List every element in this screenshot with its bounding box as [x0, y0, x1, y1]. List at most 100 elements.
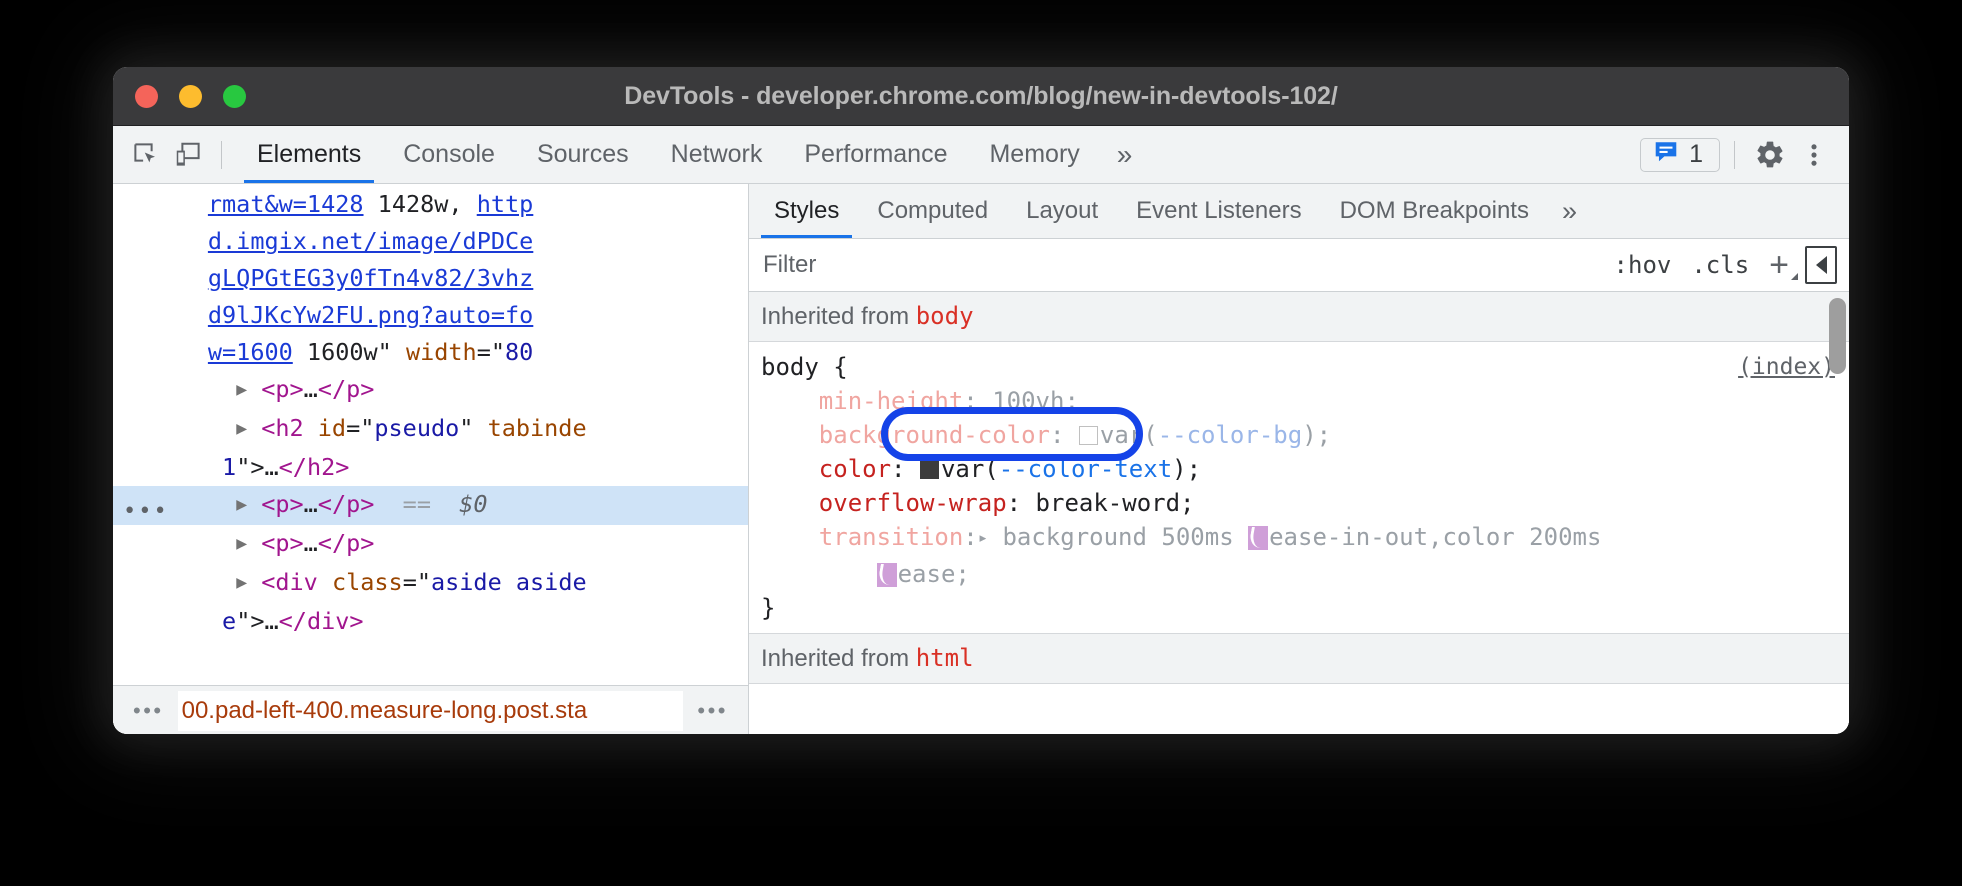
- breadcrumb-active-node[interactable]: 00.pad-left-400.measure-long.post.sta: [178, 691, 684, 731]
- expand-triangle-icon[interactable]: ▶: [236, 410, 247, 447]
- color-swatch-bg[interactable]: [1079, 426, 1098, 445]
- tab-event-listeners-label: Event Listeners: [1136, 197, 1301, 225]
- tab-network[interactable]: Network: [650, 126, 784, 183]
- dom-token: <p>: [261, 490, 303, 518]
- declaration-color[interactable]: color: var(--color-text);: [761, 452, 1849, 486]
- color-swatch-text[interactable]: [920, 460, 939, 479]
- traffic-lights: [135, 85, 246, 108]
- dom-row-indent: [123, 264, 208, 292]
- tab-computed[interactable]: Computed: [858, 184, 1007, 238]
- breadcrumb-left-ellipsis[interactable]: •••: [119, 698, 178, 724]
- dom-tree-row[interactable]: ▶ <h2 id="pseudo" tabinde: [113, 410, 748, 449]
- new-style-rule-button[interactable]: +: [1759, 248, 1799, 282]
- dom-token: rmat&w=1428: [208, 190, 364, 218]
- dom-tree-row[interactable]: gLQPGtEG3y0fTn4v82/3vhz: [113, 260, 748, 297]
- tab-memory[interactable]: Memory: [968, 126, 1100, 183]
- toggle-sidebar-icon[interactable]: [1805, 246, 1837, 284]
- cls-button[interactable]: .cls: [1681, 251, 1759, 279]
- dom-tree-row[interactable]: e">…</div>: [113, 603, 748, 640]
- window-title: DevTools - developer.chrome.com/blog/new…: [113, 82, 1849, 111]
- dom-token: =": [403, 568, 431, 596]
- breadcrumb-right-ellipsis[interactable]: •••: [683, 698, 742, 724]
- declaration-transition[interactable]: transition:▸ background 500ms ease-in-ou…: [761, 520, 1849, 557]
- inherited-from-body-header: Inherited from body: [749, 292, 1849, 342]
- gear-icon[interactable]: [1749, 134, 1791, 176]
- chevron-left-glyph: [1816, 256, 1827, 274]
- panel-tabs: Elements Console Sources Network Perform…: [236, 126, 1148, 183]
- dom-tree-row[interactable]: ▶ <p>…</p>: [113, 371, 748, 410]
- dom-token: …: [304, 375, 318, 403]
- stylesheet-source-link[interactable]: (index): [1738, 350, 1835, 384]
- dom-tree-row-selected[interactable]: ••• ▶ <p>…</p> == $0: [113, 486, 748, 525]
- dom-token: w=1600: [208, 338, 293, 366]
- minimize-window-button[interactable]: [179, 85, 202, 108]
- panel-tabs-overflow-button[interactable]: »: [1101, 126, 1149, 183]
- tab-event-listeners[interactable]: Event Listeners: [1117, 184, 1320, 238]
- kebab-menu-icon[interactable]: [1793, 134, 1835, 176]
- transition-part-2: ease-in-out,color 200ms: [1269, 523, 1601, 551]
- issues-button[interactable]: 1: [1640, 138, 1720, 172]
- semicolon-3: ;: [1180, 489, 1194, 517]
- dom-token: <p>: [261, 529, 303, 557]
- declaration-overflow-wrap[interactable]: overflow-wrap: break-word;: [761, 486, 1849, 520]
- tab-dom-breakpoints[interactable]: DOM Breakpoints: [1321, 184, 1548, 238]
- dom-row-indent: [123, 607, 222, 635]
- declaration-min-height[interactable]: min-height: 100vh;: [761, 384, 1849, 418]
- hov-button[interactable]: :hov: [1604, 251, 1682, 279]
- dom-token: =": [346, 414, 374, 442]
- styles-tabs-overflow-button[interactable]: »: [1548, 184, 1591, 238]
- tab-elements-label: Elements: [257, 140, 361, 169]
- dom-tree-row[interactable]: 1">…</h2>: [113, 449, 748, 486]
- declaration-overflow-wrap-value[interactable]: break-word: [1036, 489, 1181, 517]
- dom-tree-row[interactable]: d.imgix.net/image/dPDCe: [113, 223, 748, 260]
- dom-token: http: [477, 190, 534, 218]
- var-func-close-2: );: [1172, 455, 1201, 483]
- declaration-transition-name[interactable]: transition: [819, 523, 964, 551]
- colon-2: :: [891, 455, 920, 483]
- expand-triangle-icon[interactable]: ▶: [236, 564, 247, 601]
- tab-layout[interactable]: Layout: [1007, 184, 1117, 238]
- tab-console[interactable]: Console: [382, 126, 516, 183]
- close-window-button[interactable]: [135, 85, 158, 108]
- dom-token: 1428w,: [364, 190, 477, 218]
- declaration-min-height-value[interactable]: 100vh: [992, 387, 1064, 415]
- dom-tree-row[interactable]: rmat&w=1428 1428w, http: [113, 186, 748, 223]
- styles-pane-scrollbar[interactable]: [1829, 298, 1846, 374]
- expand-triangle-icon[interactable]: ▶: [236, 371, 247, 408]
- spacer: [247, 490, 261, 518]
- expand-shorthand-icon[interactable]: ▸: [978, 521, 988, 555]
- rule-selector[interactable]: body: [761, 353, 819, 381]
- device-toolbar-icon[interactable]: [167, 134, 209, 176]
- expand-triangle-icon[interactable]: ▶: [236, 486, 247, 523]
- tab-styles[interactable]: Styles: [755, 184, 858, 238]
- expand-triangle-icon[interactable]: ▶: [236, 525, 247, 562]
- dom-tree[interactable]: rmat&w=1428 1428w, http d.imgix.net/imag…: [113, 184, 748, 685]
- dom-tree-row[interactable]: w=1600 1600w" width="80: [113, 334, 748, 371]
- dom-tree-row[interactable]: ▶ <div class="aside aside: [113, 564, 748, 603]
- declaration-color-varname[interactable]: --color-text: [999, 455, 1172, 483]
- tab-elements[interactable]: Elements: [236, 126, 382, 183]
- styles-rules-list[interactable]: Inherited from body (index) body { min-h…: [749, 292, 1849, 734]
- easing-swatch-1[interactable]: [1248, 526, 1268, 550]
- dom-tree-row[interactable]: ▶ <p>…</p>: [113, 525, 748, 564]
- dom-row-indent: [123, 190, 208, 218]
- tab-console-label: Console: [403, 140, 495, 169]
- tab-sources[interactable]: Sources: [516, 126, 650, 183]
- maximize-window-button[interactable]: [223, 85, 246, 108]
- declaration-background-color[interactable]: background-color: var(--color-bg);: [761, 418, 1849, 452]
- dom-tree-row[interactable]: d9lJKcYw2FU.png?auto=fo: [113, 297, 748, 334]
- dom-token: pseudo: [374, 414, 459, 442]
- inspect-cursor-icon[interactable]: [125, 134, 167, 176]
- declaration-background-color-varname[interactable]: --color-bg: [1158, 421, 1303, 449]
- tab-performance[interactable]: Performance: [783, 126, 968, 183]
- inherited-from-html-prefix: Inherited from: [761, 645, 916, 672]
- declaration-overflow-wrap-name[interactable]: overflow-wrap: [819, 489, 1007, 517]
- filter-input[interactable]: [757, 251, 1604, 279]
- tab-sources-label: Sources: [537, 140, 629, 169]
- inherited-from-body-selector: body: [916, 302, 974, 330]
- easing-swatch-2[interactable]: [877, 563, 897, 587]
- inherited-from-html-selector: html: [916, 644, 974, 672]
- declaration-min-height-name[interactable]: min-height: [819, 387, 964, 415]
- declaration-background-color-name[interactable]: background-color: [819, 421, 1050, 449]
- declaration-color-name[interactable]: color: [819, 455, 891, 483]
